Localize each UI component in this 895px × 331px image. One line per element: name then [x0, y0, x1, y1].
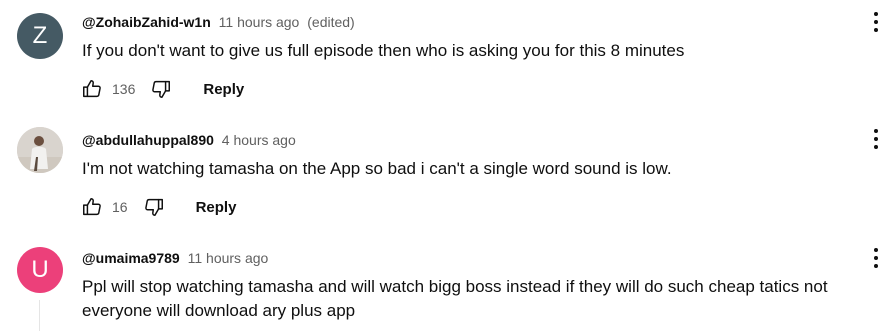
comment-2: @abdullahuppal890 4 hours ago I'm not wa…: [0, 118, 895, 230]
thumb-down-icon[interactable]: [149, 77, 173, 101]
comment-3: U @umaima9789 11 hours ago Ppl will stop…: [0, 236, 895, 331]
thumb-down-icon[interactable]: [142, 195, 166, 219]
avatar-letter: U: [31, 256, 49, 283]
comment-text: Ppl will stop watching tamasha and will …: [82, 277, 828, 320]
edited-label: (edited): [307, 14, 355, 30]
timestamp[interactable]: 4 hours ago: [222, 132, 296, 148]
comment-meta: @umaima9789 11 hours ago: [82, 249, 268, 267]
comment-actions: 16 Reply: [80, 195, 236, 219]
like-count: 136: [112, 81, 136, 97]
avatar[interactable]: U: [17, 247, 63, 293]
comment-meta: @abdullahuppal890 4 hours ago: [82, 131, 296, 149]
comment-meta: @ZohaibZahid-w1n 11 hours ago (edited): [82, 13, 355, 31]
reply-button[interactable]: Reply: [203, 81, 244, 98]
profile-photo-icon: [17, 127, 63, 173]
timestamp[interactable]: 11 hours ago: [188, 250, 269, 266]
reply-button[interactable]: Reply: [196, 199, 237, 216]
comment-text: I'm not watching tamasha on the App so b…: [82, 159, 672, 178]
more-vertical-icon[interactable]: [864, 244, 888, 272]
thumb-up-icon[interactable]: [80, 77, 104, 101]
more-vertical-icon[interactable]: [864, 125, 888, 153]
thumb-up-icon[interactable]: [80, 195, 104, 219]
avatar[interactable]: Z: [17, 13, 63, 59]
author-name[interactable]: @umaima9789: [82, 250, 180, 266]
author-name[interactable]: @ZohaibZahid-w1n: [82, 14, 211, 30]
comment-text: If you don't want to give us full episod…: [82, 41, 685, 60]
comment-actions: 136 Reply: [80, 77, 244, 101]
avatar[interactable]: [17, 127, 63, 173]
author-name[interactable]: @abdullahuppal890: [82, 132, 214, 148]
avatar-letter: Z: [32, 22, 48, 49]
timestamp[interactable]: 11 hours ago: [219, 14, 300, 30]
thread-line: [39, 300, 40, 331]
more-vertical-icon[interactable]: [864, 8, 888, 36]
comment-1: Z @ZohaibZahid-w1n 11 hours ago (edited)…: [0, 0, 895, 112]
like-count: 16: [112, 199, 128, 215]
